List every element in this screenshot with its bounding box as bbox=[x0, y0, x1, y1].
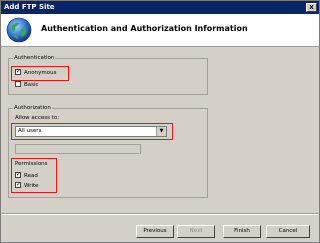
allow-access-label: Allow access to: bbox=[15, 115, 60, 121]
permissions-highlight bbox=[11, 158, 57, 193]
authentication-group-label: Authentication bbox=[13, 55, 56, 62]
basic-checkbox[interactable] bbox=[15, 80, 21, 87]
finish-button[interactable]: Finish bbox=[223, 225, 261, 238]
next-button[interactable]: Next bbox=[177, 225, 215, 238]
basic-label: Basic bbox=[24, 82, 39, 88]
window-title: Add FTP Site bbox=[4, 3, 55, 11]
add-ftp-site-dialog: Add FTP Site x Authentication and Author… bbox=[0, 0, 320, 243]
previous-button[interactable]: Previous bbox=[136, 225, 174, 238]
basic-checkbox-row[interactable]: Basic bbox=[15, 80, 39, 89]
title-bar[interactable]: Add FTP Site x bbox=[1, 1, 319, 14]
wizard-footer: Previous Next Finish Cancel bbox=[1, 214, 319, 242]
globe-icon bbox=[6, 17, 32, 43]
wizard-header: Authentication and Authorization Informa… bbox=[1, 14, 319, 47]
allow-access-highlight bbox=[11, 123, 173, 140]
authorization-group-label: Authorization bbox=[13, 105, 52, 112]
cancel-button[interactable]: Cancel bbox=[266, 225, 310, 238]
wizard-body: Authentication ✓ Anonymous Basic Authoriz… bbox=[1, 47, 319, 214]
page-title: Authentication and Authorization Informa… bbox=[41, 24, 248, 33]
close-icon: x bbox=[309, 3, 314, 11]
anonymous-highlight bbox=[11, 66, 69, 81]
close-button[interactable]: x bbox=[306, 3, 317, 12]
users-roles-input[interactable] bbox=[15, 144, 141, 154]
